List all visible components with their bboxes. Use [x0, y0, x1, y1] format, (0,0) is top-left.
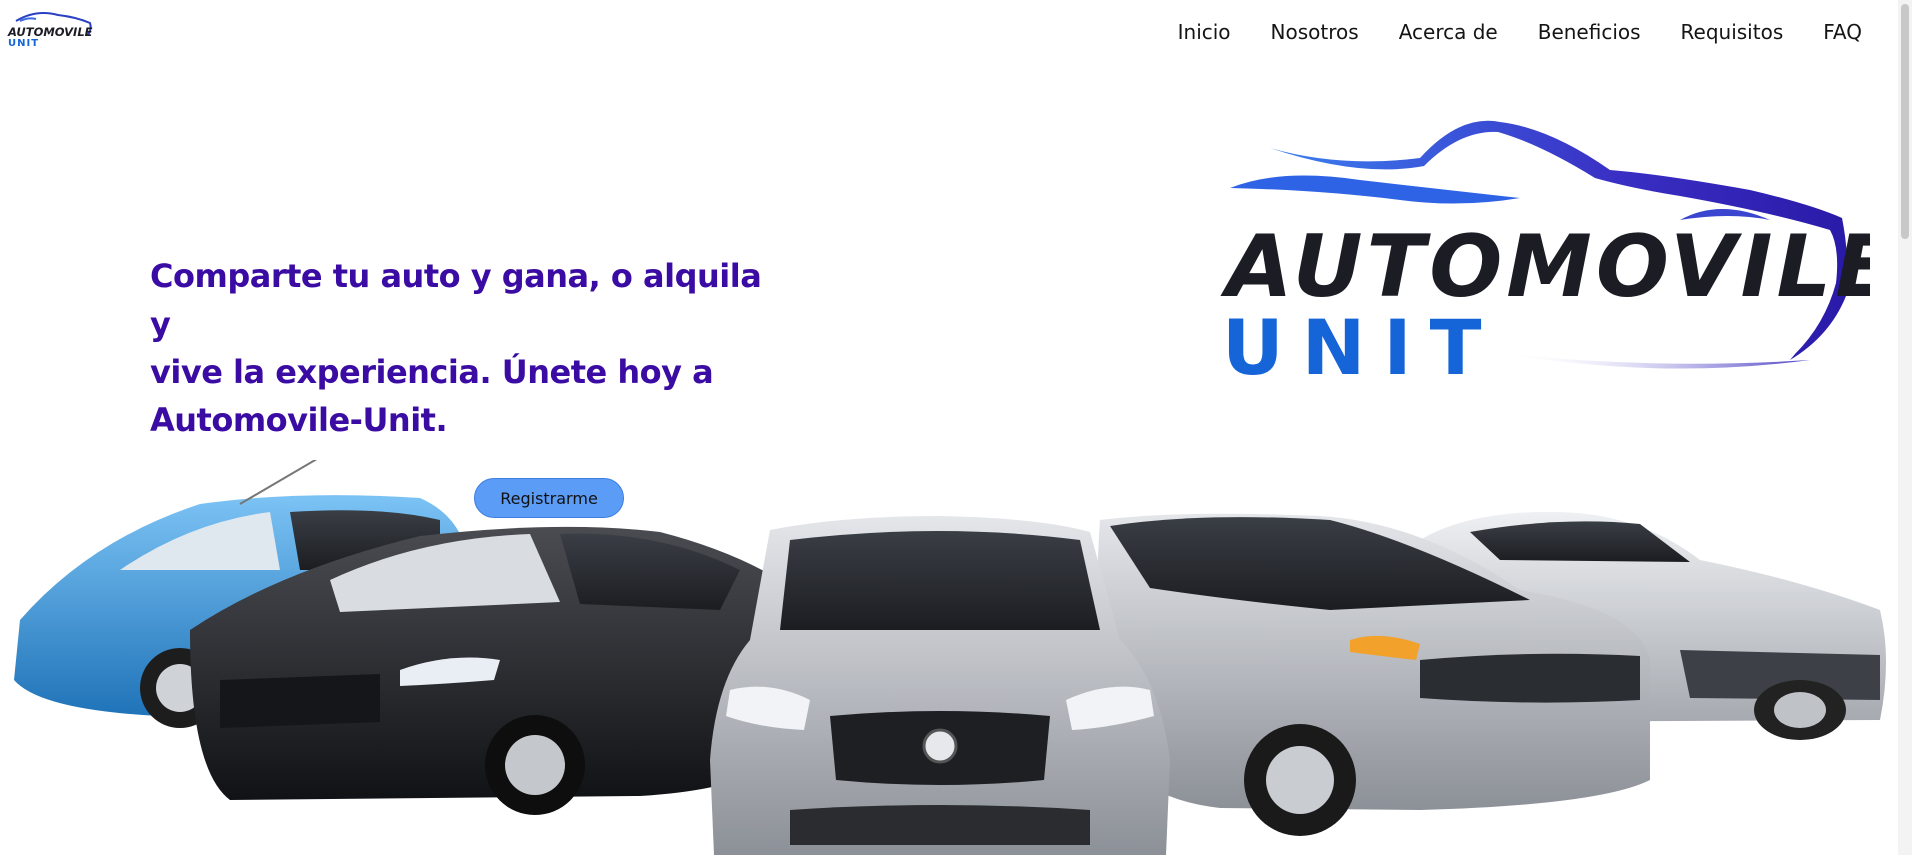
logo-underline-tail [1500, 353, 1810, 369]
nav-link-requisitos[interactable]: Requisitos [1681, 20, 1784, 44]
register-button[interactable]: Registrarme [474, 478, 624, 518]
hero-logo: AUTOMOVILE UNIT [1220, 120, 1870, 392]
cars-lineup-image [14, 460, 1886, 855]
logo-headlight-swoosh [1230, 175, 1520, 204]
hero-headline-line-3: Automovile-Unit. [150, 401, 448, 439]
nav-link-nosotros[interactable]: Nosotros [1271, 20, 1359, 44]
hero-logo-line1: AUTOMOVILE [1220, 217, 1870, 317]
top-navbar: AUTOMOVILE UNIT Inicio Nosotros Acerca d… [0, 0, 1898, 62]
nav-link-inicio[interactable]: Inicio [1178, 20, 1231, 44]
hero-logo-line2: UNIT [1222, 303, 1499, 392]
hero-headline-line-2: vive la experiencia. Únete hoy a [150, 353, 714, 391]
brand-logo-line1: AUTOMOVILE [7, 25, 93, 39]
nav-links: Inicio Nosotros Acerca de Beneficios Req… [1178, 20, 1862, 44]
nav-link-faq[interactable]: FAQ [1823, 20, 1862, 44]
hero-headline-line-1: Comparte tu auto y gana, o alquila y [150, 257, 762, 343]
brand-logo[interactable]: AUTOMOVILE UNIT [6, 7, 94, 47]
brand-logo-line2: UNIT [8, 38, 39, 47]
nav-link-beneficios[interactable]: Beneficios [1538, 20, 1641, 44]
page-scrollbar[interactable] [1898, 0, 1912, 855]
scrollbar-thumb[interactable] [1901, 4, 1909, 239]
hero-headline: Comparte tu auto y gana, o alquila y viv… [150, 252, 790, 444]
nav-link-acerca-de[interactable]: Acerca de [1399, 20, 1498, 44]
